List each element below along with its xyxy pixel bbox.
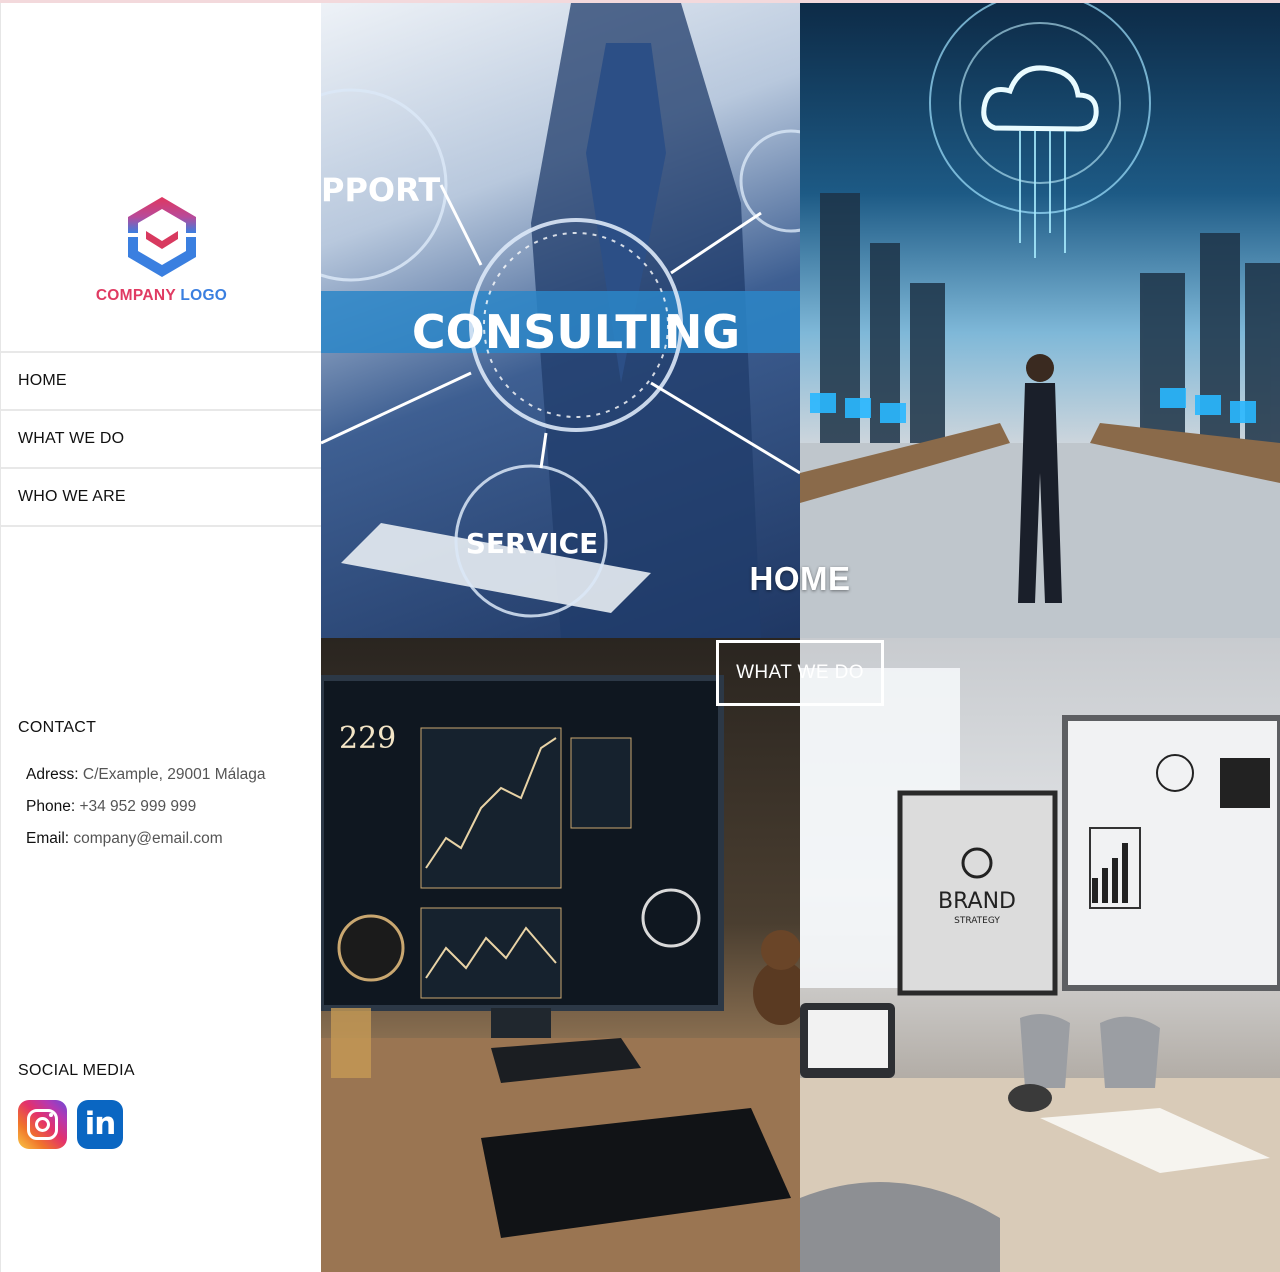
service-text: SERVICE — [466, 527, 599, 560]
contact-phone-value[interactable]: +34 952 999 999 — [79, 798, 196, 815]
brand-strategy-image: BRAND STRATEGY — [800, 638, 1280, 1272]
contact-heading: CONTACT — [18, 719, 97, 736]
contact-details: Adress: C/Example, 29001 Málaga Phone: +… — [26, 759, 266, 855]
consulting-text: CONSULTING — [412, 305, 740, 359]
brand-sub-text: STRATEGY — [954, 916, 1000, 926]
company-logo-text: COMPANY LOGO — [1, 287, 322, 305]
contact-email-value[interactable]: company@email.com — [73, 830, 222, 847]
brand-strategy-illustration: BRAND STRATEGY — [800, 668, 1280, 1272]
nav-item-what-we-do[interactable]: WHAT WE DO — [1, 411, 322, 469]
consulting-illustration: CONSULTING PPORT SERVICE — [321, 3, 800, 638]
tech-office-illustration — [800, 3, 1280, 638]
linkedin-icon[interactable]: in — [77, 1100, 123, 1149]
social-media-heading: SOCIAL MEDIA — [18, 1062, 135, 1079]
contact-address-value: C/Example, 29001 Málaga — [82, 766, 266, 783]
contact-address-row: Adress: C/Example, 29001 Málaga — [26, 759, 266, 791]
contact-email-label: Email: — [26, 830, 70, 847]
hexagon-logo-icon — [127, 197, 196, 277]
nav-item-who-we-are[interactable]: WHO WE ARE — [1, 469, 322, 527]
sidebar: COMPANY LOGO HOME WHAT WE DO WHO WE ARE … — [0, 3, 322, 1272]
instagram-icon[interactable] — [18, 1100, 67, 1149]
logo-word-company: COMPANY — [95, 287, 176, 304]
consulting-image: CONSULTING PPORT SERVICE — [321, 3, 800, 638]
contact-phone-label: Phone: — [26, 798, 76, 815]
instagram-lens — [35, 1117, 50, 1132]
contact-address-label: Adress: — [26, 766, 79, 783]
nav-item-home[interactable]: HOME — [1, 353, 322, 411]
social-icons: in — [18, 1100, 123, 1149]
instagram-flash — [49, 1113, 53, 1117]
trading-desk-image: 229 — [321, 638, 800, 1272]
trading-desk-illustration: 229 — [321, 675, 800, 1272]
main-nav: HOME WHAT WE DO WHO WE ARE — [1, 351, 322, 527]
what-we-do-button[interactable]: WHAT WE DO — [716, 640, 884, 706]
linkedin-glyph: in — [84, 1106, 117, 1142]
contact-phone-row: Phone: +34 952 999 999 — [26, 791, 266, 823]
brand-text: BRAND — [938, 889, 1016, 914]
home-section-label: HOME — [749, 560, 851, 597]
screen-number: 229 — [339, 721, 396, 756]
contact-email-row: Email: company@email.com — [26, 823, 266, 855]
support-text: PPORT — [321, 171, 440, 209]
company-logo[interactable]: COMPANY LOGO — [1, 193, 322, 305]
hero-image-grid: CONSULTING PPORT SERVICE 229 BRAND STRAT… — [321, 3, 1280, 1272]
logo-word-logo: LOGO — [180, 287, 228, 304]
tech-office-image — [800, 3, 1280, 638]
